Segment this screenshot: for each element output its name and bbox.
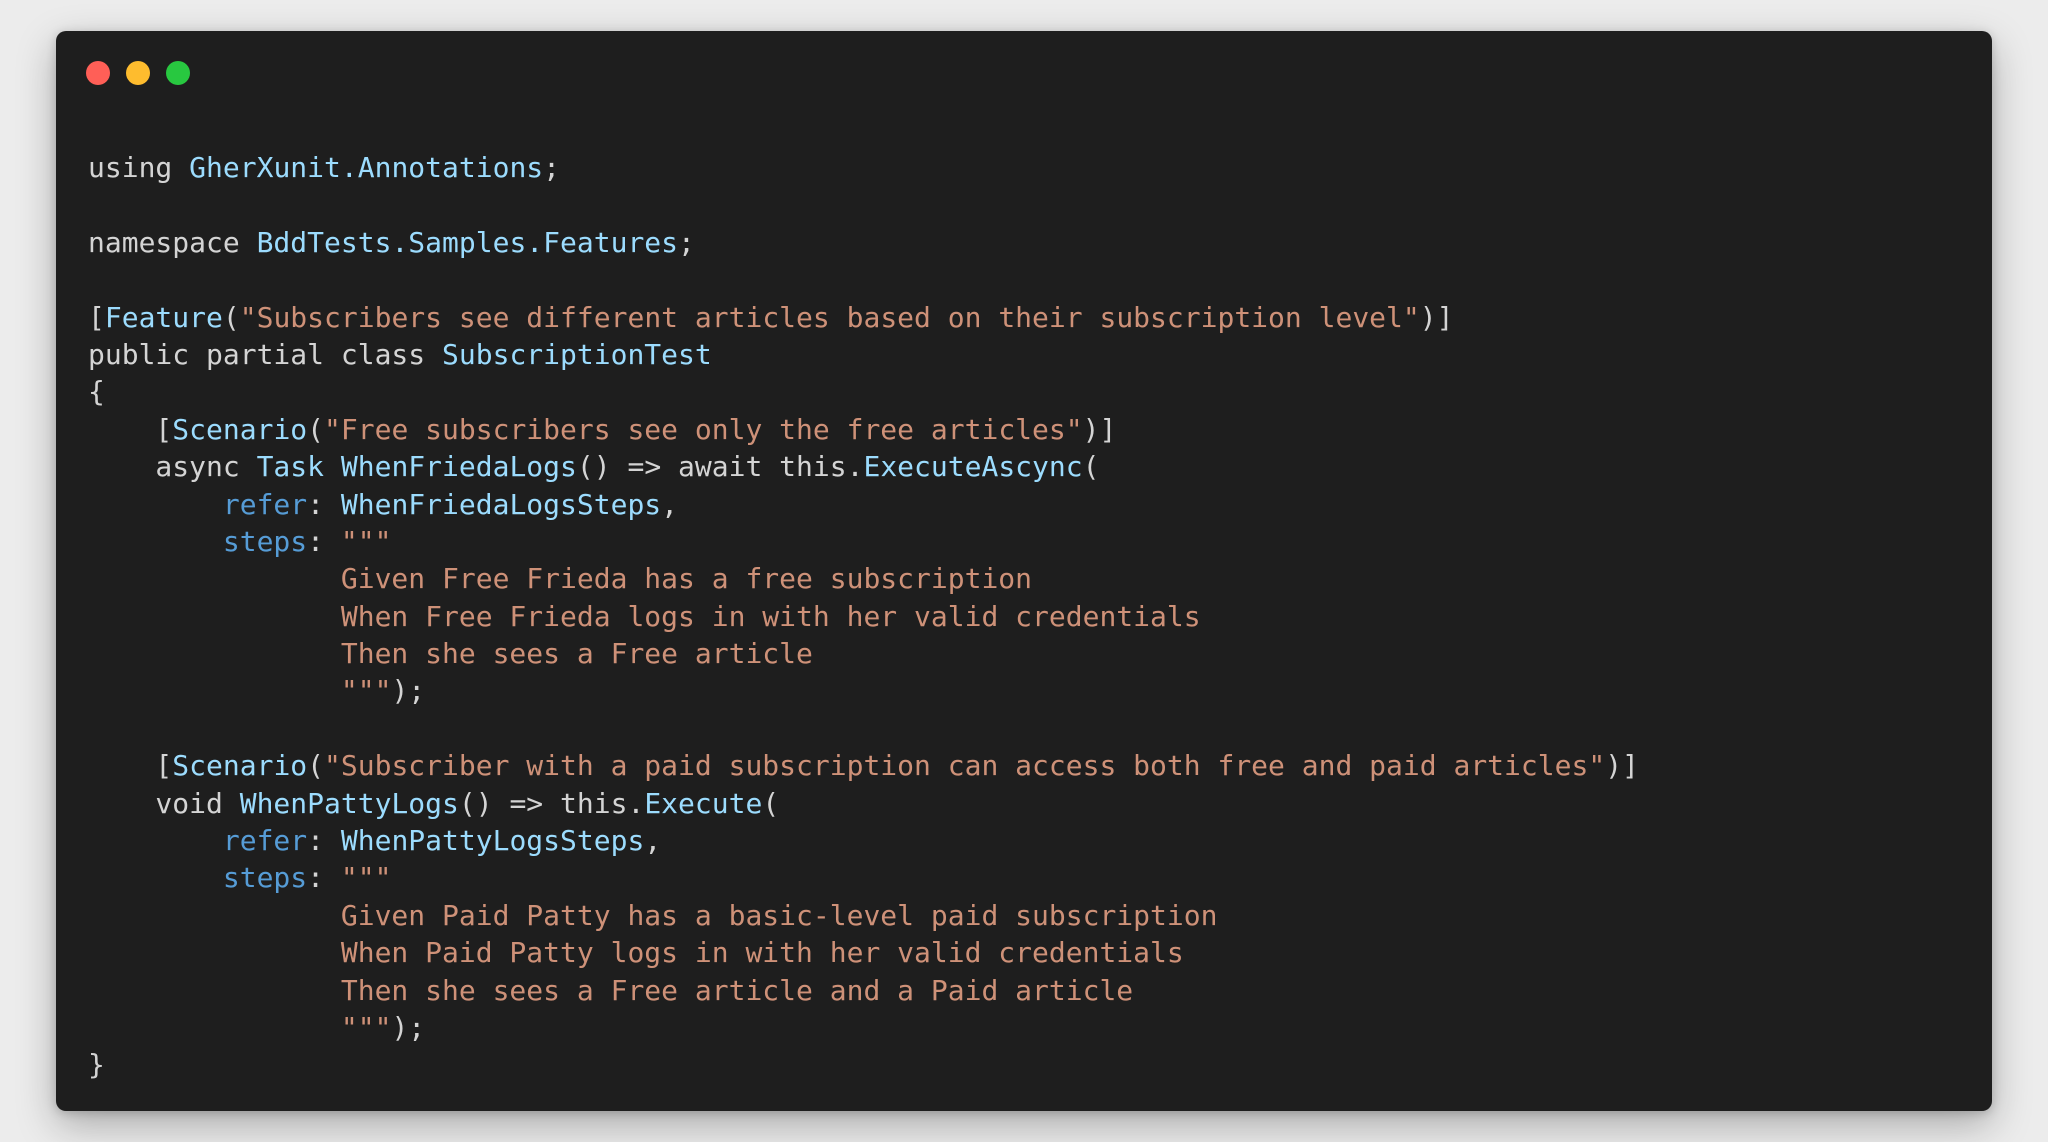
code-token: WhenPattyLogsSteps [340, 824, 645, 858]
code-line: [Scenario("Subscriber with a paid subscr… [88, 747, 1639, 784]
code-token: steps [222, 524, 308, 558]
code-token: [ [88, 749, 173, 783]
code-token: ); [391, 1010, 426, 1044]
code-token: void [88, 786, 240, 820]
code-line: """); [88, 1009, 1639, 1046]
code-token: Then she sees a Free article [88, 637, 813, 671]
code-token: , [661, 487, 679, 521]
code-token: : [307, 861, 341, 895]
code-line: Then she sees a Free article and a Paid … [88, 972, 1639, 1009]
code-line: using GherXunit.Annotations; [88, 149, 1639, 186]
code-line: } [88, 1046, 1639, 1083]
code-token: async [88, 450, 257, 484]
code-line: refer: WhenFriedaLogsSteps, [88, 486, 1639, 523]
code-line: When Free Frieda logs in with her valid … [88, 598, 1639, 635]
zoom-window-button[interactable] [166, 61, 190, 85]
code-line: steps: """ [88, 859, 1639, 896]
code-token: ( [762, 786, 780, 820]
code-token: public partial class [88, 337, 443, 371]
code-token: ; [543, 151, 561, 184]
code-line: void WhenPattyLogs() => this.Execute( [88, 785, 1639, 822]
code-token: ( [222, 300, 240, 334]
code-token: Feature [104, 300, 223, 334]
code-token: """ [340, 861, 392, 895]
code-token: ( [307, 412, 325, 446]
code-line: refer: WhenPattyLogsSteps, [88, 822, 1639, 859]
code-line: Given Paid Patty has a basic-level paid … [88, 897, 1639, 934]
code-token: WhenPattyLogs [239, 786, 459, 820]
code-token: ( [1082, 450, 1100, 484]
code-line: When Paid Patty logs in with her valid c… [88, 934, 1639, 971]
code-token: GherXunit.Annotations [189, 151, 544, 184]
code-token: )] [1082, 412, 1117, 446]
code-token: WhenFriedaLogs [340, 450, 577, 484]
code-line: Given Free Frieda has a free subscriptio… [88, 560, 1639, 597]
code-token: BddTests.Samples.Features [256, 225, 679, 259]
code-line: Then she sees a Free article [88, 635, 1639, 672]
code-token: : [307, 487, 341, 521]
code-line: [Feature("Subscribers see different arti… [88, 299, 1639, 336]
code-token: Execute [644, 786, 763, 820]
code-token: } [88, 1048, 105, 1082]
code-token: () => await this. [576, 450, 864, 484]
code-token: Task [256, 450, 325, 484]
code-window: using GherXunit.Annotations; namespace Bd… [56, 31, 1992, 1111]
code-token: WhenFriedaLogsSteps [340, 487, 662, 521]
code-token: "Free subscribers see only the free arti… [324, 412, 1083, 446]
code-token: ExecuteAscync [863, 450, 1083, 484]
code-token: """ [340, 524, 392, 558]
code-token: Given Paid Patty has a basic-level paid … [88, 898, 1218, 932]
code-token: Given Free Frieda has a free subscriptio… [88, 562, 1033, 596]
code-line: steps: """ [88, 523, 1639, 560]
code-token: : [307, 824, 341, 858]
code-line: { [88, 373, 1639, 410]
code-token: Then she sees a Free article and a Paid … [88, 973, 1134, 1007]
window-titlebar [56, 31, 1992, 111]
code-line: namespace BddTests.Samples.Features; [88, 224, 1639, 261]
code-token: steps [222, 861, 308, 895]
code-token: "Subscriber with a paid subscription can… [324, 749, 1606, 783]
code-token: ; [678, 225, 695, 259]
code-token: using [88, 151, 190, 184]
code-token: () => this. [458, 786, 645, 820]
code-token: "Subscribers see different articles base… [239, 300, 1420, 334]
code-token: SubscriptionTest [442, 337, 712, 371]
code-token: )] [1605, 749, 1639, 783]
code-token: [ [88, 300, 105, 334]
code-block: using GherXunit.Annotations; namespace Bd… [88, 149, 1639, 1084]
code-token: , [644, 824, 662, 858]
code-token: [ [88, 412, 173, 446]
code-line: """); [88, 672, 1639, 709]
code-token: """ [88, 1010, 392, 1044]
minimize-window-button[interactable] [126, 61, 150, 85]
code-token: )] [1419, 300, 1454, 334]
code-token: refer [222, 487, 308, 521]
code-token: : [307, 524, 341, 558]
code-token: """ [88, 674, 392, 708]
code-token: Scenario [172, 412, 308, 446]
code-token: ); [391, 674, 426, 708]
close-window-button[interactable] [86, 61, 110, 85]
code-line: public partial class SubscriptionTest [88, 336, 1639, 373]
code-token: namespace [88, 225, 257, 259]
code-token: { [88, 375, 105, 409]
code-line: async Task WhenFriedaLogs() => await thi… [88, 448, 1639, 485]
code-token: When Paid Patty logs in with her valid c… [88, 936, 1184, 970]
code-token: When Free Frieda logs in with her valid … [88, 599, 1201, 633]
code-token: ( [307, 749, 325, 783]
code-token: Scenario [172, 749, 308, 783]
code-line: [Scenario("Free subscribers see only the… [88, 411, 1639, 448]
code-token: refer [222, 824, 308, 858]
